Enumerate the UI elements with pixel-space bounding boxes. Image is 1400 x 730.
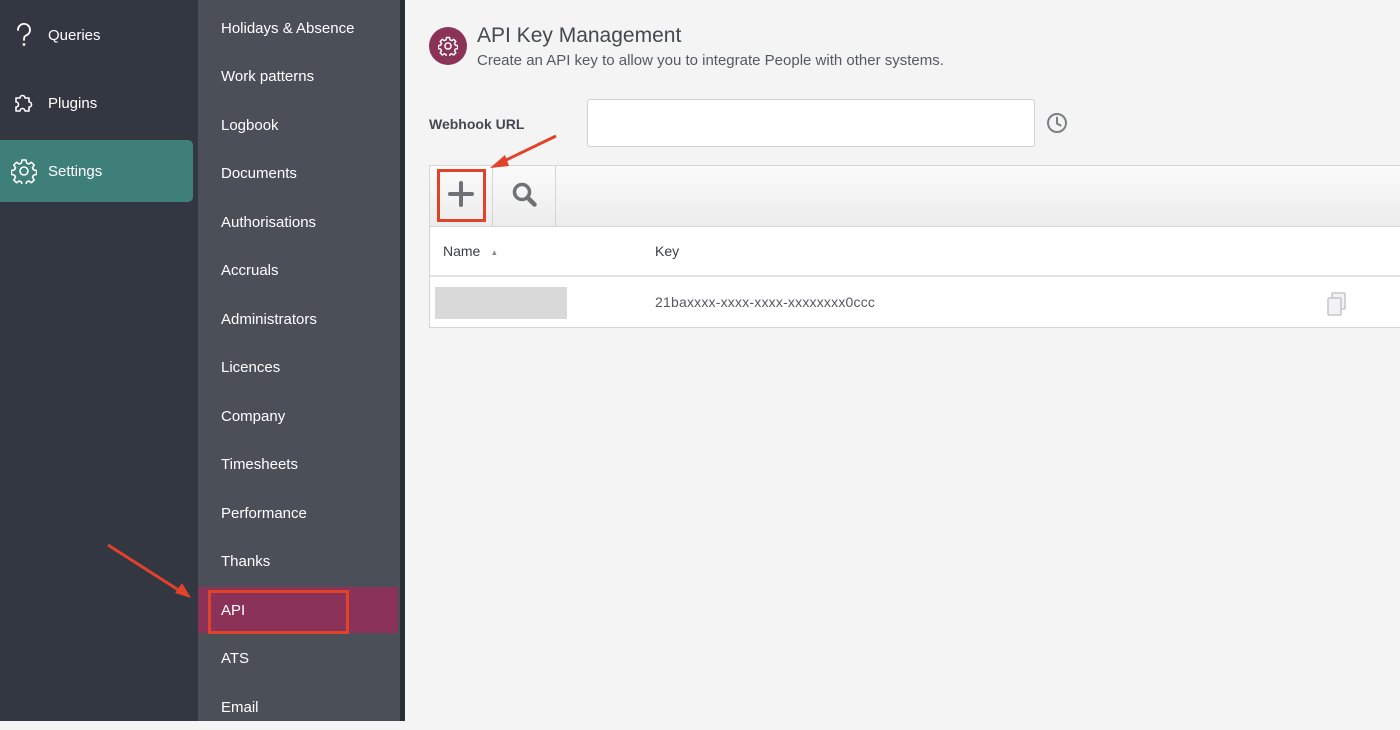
nav-item-plugins[interactable]: Plugins (0, 72, 193, 134)
subnav-label: Work patterns (221, 67, 315, 85)
table-row-name-redacted (435, 287, 567, 319)
subnav-item-email[interactable]: Email (198, 684, 398, 730)
copy-icon[interactable] (1325, 291, 1349, 322)
subnav-item-timesheets[interactable]: Timesheets (198, 441, 398, 487)
search-button[interactable] (493, 166, 556, 226)
subnav-item-holidays-absence[interactable]: Holidays & Absence (198, 5, 398, 51)
search-icon (510, 180, 538, 213)
api-keys-table: Name ▲ Key 21baxxxx-xxxx-xxxx-xxxxxxxx0cc… (429, 227, 1400, 328)
sort-asc-icon: ▲ (490, 247, 499, 257)
gear-icon (429, 27, 467, 65)
page-subtitle: Create an API key to allow you to integr… (477, 52, 944, 69)
panel-divider (400, 0, 405, 721)
subnav-label: Performance (221, 504, 307, 522)
column-header-name[interactable]: Name ▲ (443, 243, 498, 259)
add-button-highlight (437, 169, 486, 222)
gear-icon (0, 158, 48, 184)
subnav-item-company[interactable]: Company (198, 393, 398, 439)
puzzle-icon (0, 91, 48, 115)
webhook-url-label: Webhook URL (429, 116, 525, 132)
column-header-key[interactable]: Key (655, 243, 679, 259)
subnav-label: Email (221, 698, 259, 716)
subnav-item-accruals[interactable]: Accruals (198, 247, 398, 293)
nav-item-queries[interactable]: Queries (0, 4, 193, 66)
nav-item-label: Plugins (48, 94, 98, 112)
subnav-label: Licences (221, 358, 281, 376)
subnav-item-work-patterns[interactable]: Work patterns (198, 53, 398, 99)
subnav-label: Authorisations (221, 213, 317, 231)
clock-icon[interactable] (1046, 112, 1068, 139)
question-icon (0, 22, 48, 48)
subnav-label: Timesheets (221, 455, 298, 473)
table-row-key: 21baxxxx-xxxx-xxxx-xxxxxxxx0ccc (655, 294, 876, 310)
subnav-label: Logbook (221, 116, 279, 134)
subnav-label: ATS (221, 649, 250, 667)
subnav-item-authorisations[interactable]: Authorisations (198, 199, 398, 245)
subnav-item-documents[interactable]: Documents (198, 150, 398, 196)
subnav-label: Accruals (221, 261, 279, 279)
subnav-item-administrators[interactable]: Administrators (198, 296, 398, 342)
subnav-label: Thanks (221, 552, 271, 570)
primary-nav: Queries Plugins Settings (0, 0, 198, 721)
subnav-item-ats[interactable]: ATS (198, 635, 398, 681)
subnav-item-logbook[interactable]: Logbook (198, 102, 398, 148)
webhook-url-input[interactable] (587, 99, 1035, 147)
api-item-highlight (208, 590, 349, 634)
subnav-label: Administrators (221, 310, 317, 328)
subnav-item-licences[interactable]: Licences (198, 344, 398, 390)
nav-item-label: Queries (48, 26, 101, 44)
grid-toolbar (429, 165, 1400, 227)
subnav-label: Company (221, 407, 286, 425)
subnav-item-thanks[interactable]: Thanks (198, 538, 398, 584)
nav-item-settings[interactable]: Settings (0, 140, 193, 202)
subnav-item-performance[interactable]: Performance (198, 490, 398, 536)
column-header-label: Name (443, 243, 481, 259)
table-header: Name ▲ Key (430, 227, 1400, 277)
subnav-label: Documents (221, 164, 297, 182)
nav-item-label: Settings (48, 162, 103, 180)
subnav-label: Holidays & Absence (221, 19, 355, 37)
page-title: API Key Management (477, 24, 682, 47)
